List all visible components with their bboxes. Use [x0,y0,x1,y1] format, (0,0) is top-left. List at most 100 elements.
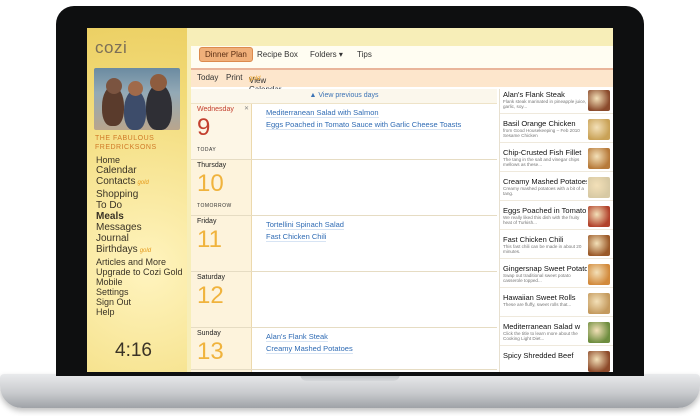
recipe-card[interactable]: Alan's Flank Steak Flank steak marinated … [500,89,613,114]
sidebar-item[interactable]: Upgrade to Cozi Gold [96,267,183,277]
sidebar-item[interactable]: Contacts gold [96,176,183,189]
sidebar-item[interactable]: To Do [96,200,183,211]
recipe-card[interactable]: Fast Chicken Chili This fast chili can be… [500,234,613,259]
recipe-card[interactable]: Gingersnap Sweet PotatoesSwap out tradit… [500,263,613,288]
sidebar-item-label: Contacts [96,176,136,187]
day-name: Saturday [197,274,226,281]
sidebar-item-label: Mobile [96,277,123,287]
sidebar-item-label: Settings [96,287,129,297]
recipe-title: Spicy Shredded Beef [503,351,574,360]
recipe-card[interactable]: Hawaiian Sweet Rolls These are fluffy, sw… [500,292,613,317]
close-icon[interactable]: ✕ [244,105,249,112]
top-nav: Dinner Plan Recipe Box Folders ▾ Tips [191,46,613,70]
day-number: 11 [197,226,222,253]
tab-folders[interactable]: Folders ▾ [310,50,343,59]
recipe-card[interactable]: Mediterranean Salad w Click the title to … [500,321,613,346]
meal-link[interactable]: Creamy Mashed Potatoes [266,344,353,354]
day-row: Thursday 10 TOMORROW [191,160,497,216]
day-number: 10 [197,170,224,197]
family-name-line1: THE FABULOUS [95,135,155,142]
recipe-description [503,360,587,371]
meal-link[interactable]: Eggs Poached in Tomato Sauce with Garlic… [266,120,462,130]
recipe-list: Alan's Flank Steak Flank steak marinated … [499,89,613,372]
recipe-description: The tang in the salt and vinegar chips m… [503,157,580,167]
gold-badge: gold [137,180,149,186]
day-tag: TODAY [197,147,217,153]
sidebar-item[interactable]: Messages [96,222,183,233]
recipe-description: from Good Housekeeping – Feb 2010 Sesame… [503,128,580,138]
view-previous-days-link[interactable]: ▲ View previous days [191,89,497,104]
recipe-thumbnail[interactable] [588,90,610,111]
recipe-description: We really liked this dish with the fruit… [503,215,580,225]
recipe-thumbnail[interactable] [588,322,610,343]
gold-badge: gold [249,76,261,82]
meal-link[interactable]: Fast Chicken Chili [266,232,327,242]
sidebar-item[interactable]: Help [96,307,183,317]
recipe-description: Creamy mashed potatoes with a bit of a t… [503,186,584,196]
sidebar-item-label: Birthdays [96,244,138,255]
recipe-title: Chip-Crusted Fish Fillet [503,148,582,157]
recipe-title: Hawaiian Sweet Rolls [503,293,576,302]
family-photo [94,68,180,130]
recipe-thumbnail[interactable] [588,235,610,256]
recipe-card[interactable]: Basil Orange Chicken from Good Housekeepi… [500,118,613,143]
sidebar-item-label: Messages [96,222,142,233]
sidebar-item[interactable]: Birthdays gold [96,244,183,257]
day-number: 12 [197,282,224,309]
tab-dinner-plan[interactable]: Dinner Plan [199,47,253,62]
recipe-description: Swap out traditional sweet potato casser… [503,273,571,283]
sidebar-item[interactable]: Settings [96,287,183,297]
recipe-card[interactable]: Creamy Mashed Potatoes Creamy mashed pota… [500,176,613,201]
recipe-thumbnail[interactable] [588,206,610,227]
cozi-logo[interactable]: cozi [95,38,127,58]
recipe-description: These are fluffy, sweet rolls that... [503,302,572,307]
day-name: Friday [197,218,217,225]
family-name-line2: FREDRICKSONS [95,144,157,151]
sidebar-item-label: To Do [96,200,123,211]
recipe-title: Gingersnap Sweet Potatoes [503,264,587,273]
tab-tips[interactable]: Tips [357,50,372,59]
sidebar-item[interactable]: Meals [96,211,183,222]
recipe-title: Creamy Mashed Potatoes [503,177,587,186]
sidebar-item[interactable]: Journal [96,233,183,244]
recipe-thumbnail[interactable] [588,351,610,372]
family-name: THE FABULOUS FREDRICKSONS [95,134,157,152]
recipe-thumbnail[interactable] [588,148,610,169]
day-label: Thursday 10 TOMORROW [191,160,252,215]
recipe-card[interactable]: Chip-Crusted Fish Fillet The tang in the … [500,147,613,172]
day-name: Wednesday [197,106,234,113]
meal-link[interactable]: Alan's Flank Steak [266,332,328,342]
recipe-description: Click the title to learn more about the … [503,331,578,341]
today-link[interactable]: Today [197,73,218,82]
meal-link[interactable]: Tortellini Spinach Salad [266,220,344,230]
recipe-card[interactable]: Spicy Shredded Beef [500,350,613,372]
tab-recipe-box[interactable]: Recipe Box [257,50,298,59]
app-screen: cozi THE FABULOUS FREDRICKSONS Home Calen… [87,28,613,372]
sidebar-item[interactable]: Mobile [96,277,183,287]
recipe-description: This fast chili can be made in about 20 … [503,244,582,254]
gold-badge: gold [139,248,152,254]
sub-nav: Today Print View Calendar gold [191,70,613,94]
day-row: Monday [191,370,497,372]
sidebar-item[interactable]: Shopping [96,189,183,200]
day-name: Thursday [197,162,227,169]
recipe-title: Alan's Flank Steak [503,90,565,99]
recipe-thumbnail[interactable] [588,293,610,314]
sidebar-item[interactable]: Home [96,155,183,165]
day-row: Friday 11 Tortellini Spinach Salad Fast Chi… [191,216,497,272]
recipe-thumbnail[interactable] [588,119,610,140]
sidebar-item[interactable]: Articles and More [96,257,183,267]
recipe-thumbnail[interactable] [588,177,610,198]
sidebar-item[interactable]: Sign Out [96,297,183,307]
print-link[interactable]: Print [226,73,242,82]
day-number: 9 [197,114,211,141]
recipe-card[interactable]: Eggs Poached in Tomato We really liked th… [500,205,613,230]
day-row: Sunday 13 Alan's Flank Steak Creamy Mashed … [191,328,497,370]
sidebar-item-label: Sign Out [96,297,132,307]
meal-link[interactable]: Mediterranean Salad with Salmon [266,108,379,118]
recipe-thumbnail[interactable] [588,264,610,285]
clock: 4:16 [115,340,152,361]
sidebar-item[interactable]: Calendar [96,165,183,176]
day-number: 13 [197,338,224,365]
recipe-description: Flank steak marinated in pineapple juice… [503,99,587,109]
